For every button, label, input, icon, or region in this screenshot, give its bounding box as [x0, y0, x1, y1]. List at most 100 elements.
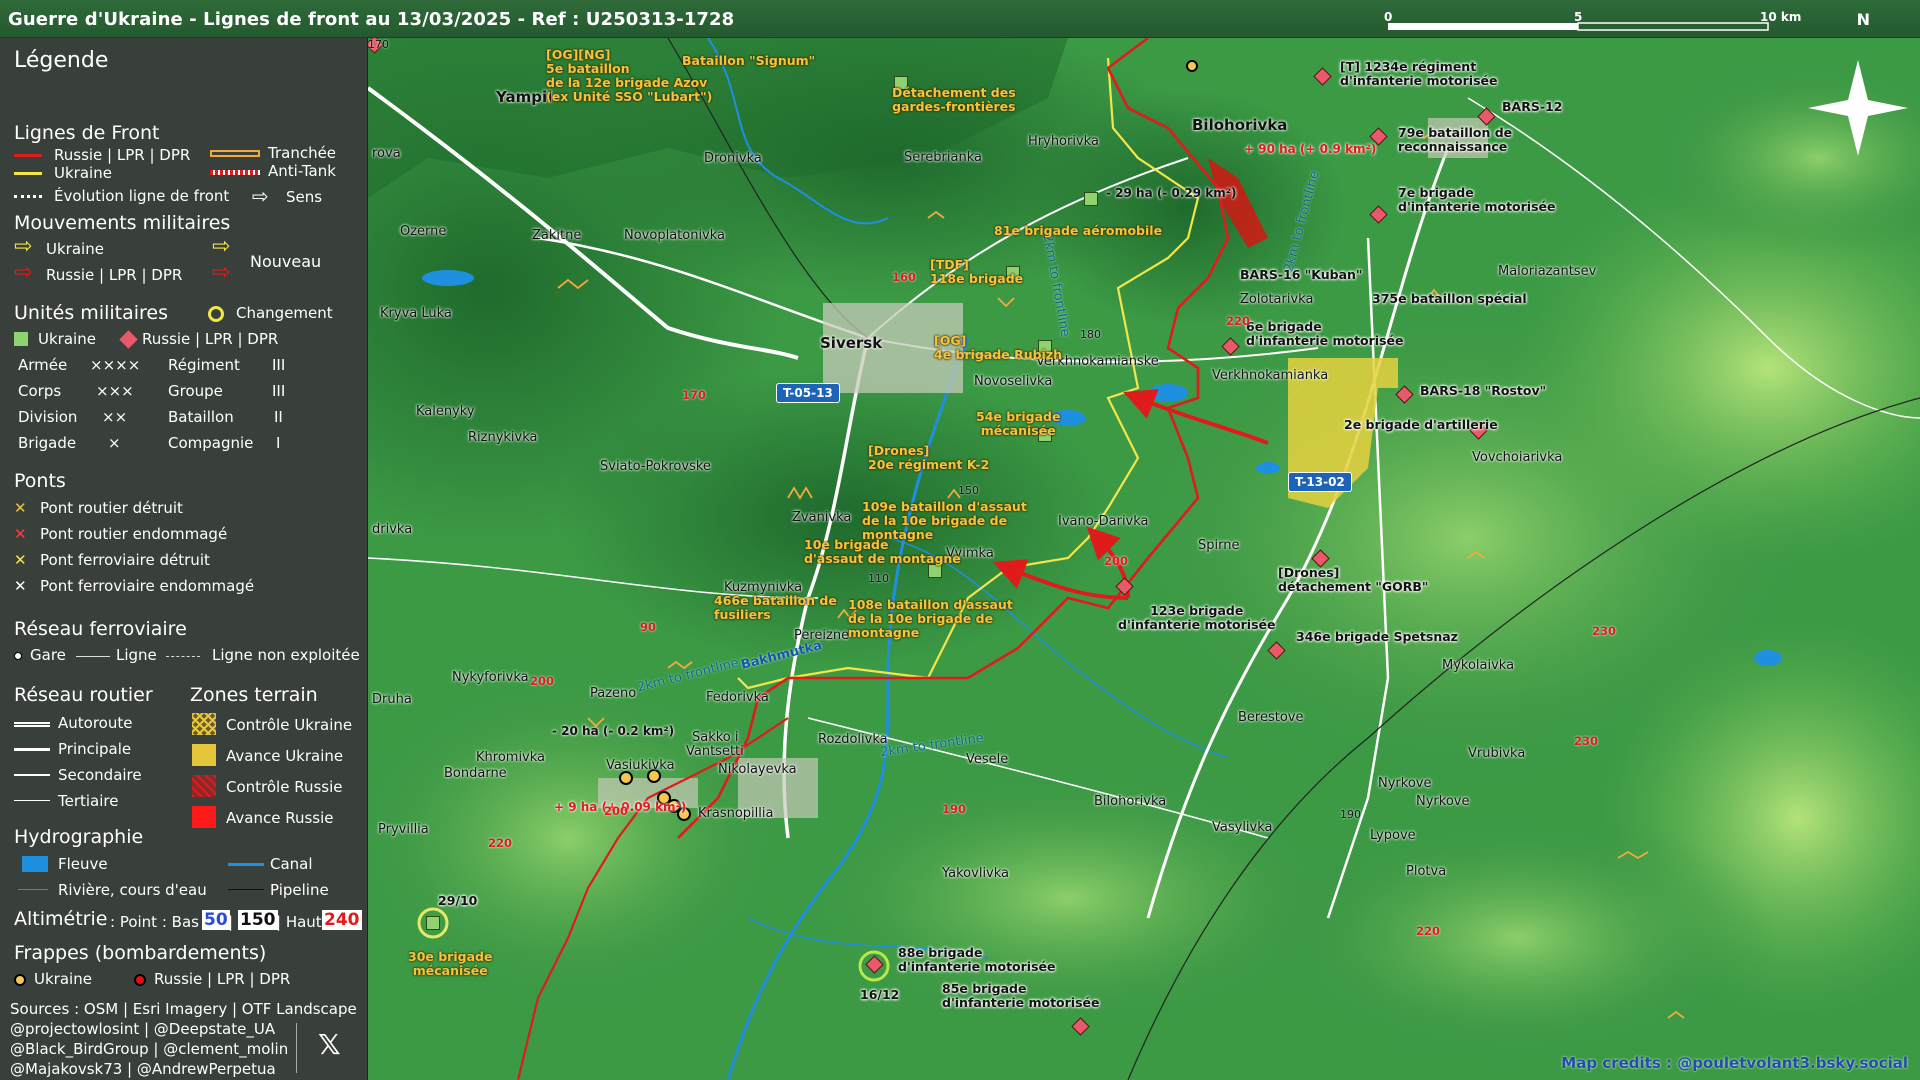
town-label: Vesele — [966, 752, 1009, 767]
legend-label: Ukraine — [54, 164, 112, 182]
unit-size-symbol: III — [272, 356, 286, 374]
town-label: Pereizne — [794, 628, 850, 643]
x-logo-icon[interactable]: 𝕏 — [318, 1028, 341, 1061]
ukraine-unit-label: 108e bataillon d'assaut de la 10e brigad… — [848, 597, 1013, 640]
town-label: Khromivka — [476, 750, 546, 765]
legend-label: Secondaire — [58, 766, 142, 784]
elevation-label: 230 — [1592, 624, 1617, 638]
elevation-label: 170 — [682, 388, 707, 402]
town-label: Nikolayevka — [718, 762, 797, 777]
legend-label: Pont routier détruit — [40, 499, 183, 517]
elevation-label: 200 — [1104, 554, 1129, 568]
scale-ten: 10 km — [1760, 10, 1802, 24]
ukraine-unit-label: 30e brigade mécanisée — [408, 949, 493, 978]
legend-label: Ligne non exploitée — [212, 646, 360, 664]
town-label: Zakitne — [532, 228, 582, 243]
lake — [422, 270, 474, 286]
altitude-mid: 150 — [238, 910, 278, 930]
scale-zero: 0 — [1384, 10, 1393, 24]
north-label: N — [1856, 10, 1870, 29]
legend-label: Gare — [30, 646, 66, 664]
ukraine-unit-icon — [14, 332, 28, 346]
date-label: 16/12 — [860, 987, 900, 1002]
elevation-label: 220 — [1226, 314, 1251, 328]
strike-russia-icon — [134, 974, 146, 986]
sources-line: Sources : OSM | Esri Imagery | OTF Lands… — [10, 1000, 357, 1018]
strike-ukraine — [1186, 60, 1198, 72]
town-label: Pryvillia — [378, 822, 429, 837]
secondary-road-symbol — [14, 774, 50, 776]
legend-label: Rivière, cours d'eau — [58, 881, 207, 899]
map-canvas[interactable]: T-05-13 T-13-02 Yampil Dronivka Serebria… — [368, 38, 1920, 1080]
scale-five: 5 — [1574, 10, 1583, 24]
zone-russia-control-symbol — [192, 775, 216, 797]
russia-unit-label: 88e brigade d'infanterie motorisée — [898, 945, 1056, 974]
map-credits[interactable]: Map credits : @pouletvolant3.bsky.social — [1561, 1054, 1908, 1072]
town-label: Krasnopillia — [698, 806, 774, 821]
ukraine-unit-label: Bataillon "Signum" — [682, 53, 816, 68]
elevation-label: 230 — [1574, 734, 1599, 748]
ukraine-unit-label: Détachement des gardes-frontières — [892, 85, 1016, 114]
town-label: Siversk — [820, 334, 883, 352]
legend-section-roads: Réseau routier — [14, 684, 153, 706]
russia-unit-label: [T] 1234e régiment d'infanterie motorisé… — [1340, 59, 1498, 88]
elevation-label: 180 — [1080, 328, 1101, 341]
station-icon — [14, 652, 22, 660]
change-circle-icon — [208, 306, 224, 322]
legend-label: Pont routier endommagé — [40, 525, 228, 543]
legend-label: Ukraine — [34, 970, 92, 988]
terrain-light — [1258, 808, 1778, 1068]
legend-label: Russie | LPR | DPR — [154, 970, 291, 988]
elevation-label: 150 — [958, 484, 979, 497]
town-label: Verkhnokamianka — [1212, 368, 1329, 383]
russia-unit-label: 375e bataillon spécial — [1372, 291, 1527, 306]
new-russia-arrow-icon: ⇨ — [212, 260, 231, 285]
legend-label: | — [228, 913, 234, 931]
ukraine-unit-marker[interactable] — [928, 564, 942, 578]
legend-panel: Légende Lignes de Front Russie | LPR | D… — [0, 38, 368, 1080]
road-bridge-destroyed-icon: ✕ — [14, 499, 27, 517]
legend-section-hydro: Hydrographie — [14, 826, 144, 848]
russia-unit-label: BARS-16 "Kuban" — [1240, 267, 1363, 282]
strike-ukraine-icon — [14, 974, 26, 986]
town-label: Kryva Luka — [380, 306, 452, 321]
town-label: Pazeno — [590, 686, 637, 701]
tertiary-road-symbol — [14, 800, 50, 801]
lake — [1148, 384, 1188, 402]
russia-unit-label: BARS-18 "Rostov" — [1420, 383, 1547, 398]
legend-label: Fleuve — [58, 855, 108, 873]
legend-label: Anti-Tank — [268, 162, 336, 180]
town-label: Dronivka — [704, 151, 762, 166]
legend-label: Évolution ligne de front — [54, 187, 230, 205]
legend-label: Russie | LPR | DPR — [46, 266, 183, 284]
legend-label: Pont ferroviaire endommagé — [40, 577, 255, 595]
legend-label: Avance Russie — [226, 809, 334, 827]
ukraine-unit-marker[interactable] — [426, 916, 440, 930]
legend-label: Pont ferroviaire détruit — [40, 551, 210, 569]
new-ukraine-arrow-icon: ⇨ — [212, 234, 231, 259]
lake — [1256, 462, 1280, 474]
elevation-label: 220 — [488, 836, 513, 850]
ukraine-unit-label: 109e bataillon d'assaut de la 10e brigad… — [862, 499, 1027, 542]
town-label: Bondarne — [444, 766, 507, 781]
russia-unit-label: 85e brigade d'infanterie motorisée — [942, 981, 1100, 1010]
town-label: Riznykivka — [468, 430, 538, 445]
ukraine-unit-marker[interactable] — [1084, 192, 1098, 206]
elevation-label: 220 — [1416, 924, 1441, 938]
town-label: Nyrkove — [1416, 794, 1470, 809]
town-label: Novoselivka — [974, 374, 1053, 389]
area-change-label: - 29 ha (- 0.29 km²) — [1106, 186, 1237, 200]
legend-section-front: Lignes de Front — [14, 122, 160, 144]
legend-evolution-line — [14, 195, 42, 198]
unit-size-label: Compagnie — [168, 434, 254, 452]
legend-label: Contrôle Ukraine — [226, 716, 353, 734]
legend-label: Ukraine — [46, 240, 104, 258]
legend-section-units: Unités militaires — [14, 302, 169, 324]
russia-unit-label: BARS-12 — [1502, 99, 1563, 114]
unit-size-symbol: III — [272, 382, 286, 400]
town-label: Rozdolivka — [818, 732, 888, 747]
sources-line: @Black_BirdGroup | @clement_molin — [10, 1040, 289, 1058]
legend-label: Tranchée — [268, 144, 337, 162]
ukraine-unit-label: 466e bataillon de fusiliers — [714, 593, 837, 622]
russia-unit-label: 6e brigade d'infanterie motorisée — [1246, 319, 1404, 348]
